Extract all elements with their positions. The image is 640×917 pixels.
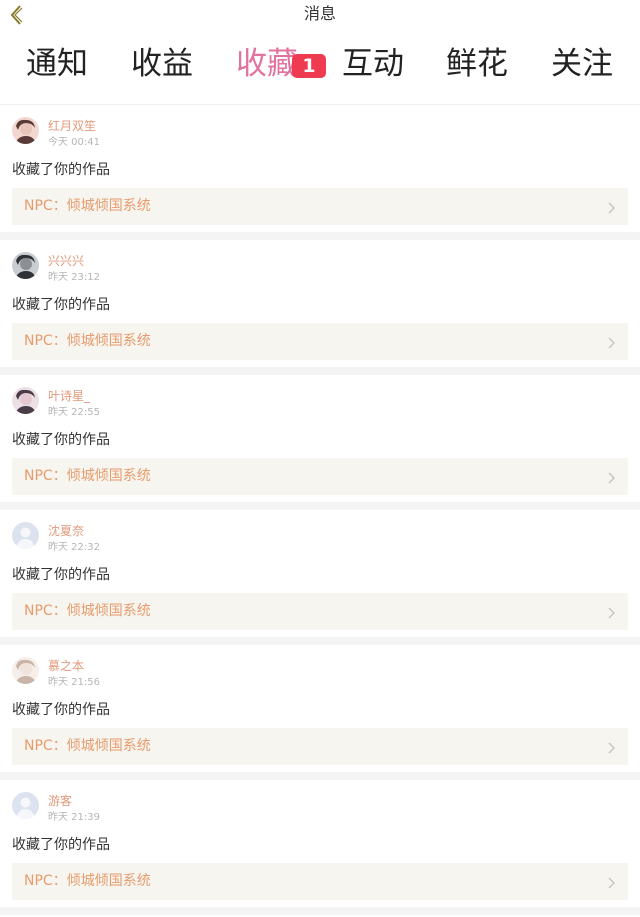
user-name[interactable]: 慕之本	[48, 658, 84, 674]
work-link[interactable]: NPC：倾城倾国系统	[12, 188, 628, 225]
user-avatar[interactable]	[12, 522, 39, 549]
chevron-right-icon	[606, 200, 616, 214]
tab-bar: 通知 收益 收藏 互动 鲜花 关注 1	[0, 30, 640, 124]
timestamp: 昨天 21:39	[48, 812, 100, 823]
work-title: NPC：倾城倾国系统	[24, 333, 151, 349]
notification-card: 兴兴兴昨天 23:12 收藏了你的作品 NPC：倾城倾国系统	[0, 240, 640, 375]
work-title: NPC：倾城倾国系统	[24, 873, 151, 889]
tab-follows[interactable]: 关注	[527, 44, 637, 84]
timestamp: 昨天 22:32	[48, 542, 100, 553]
action-text: 收藏了你的作品	[12, 162, 110, 178]
user-avatar[interactable]	[12, 657, 39, 684]
tab-earnings[interactable]: 收益	[107, 44, 217, 84]
top-bar: 消息	[0, 0, 640, 30]
chevron-right-icon	[606, 335, 616, 349]
work-link[interactable]: NPC：倾城倾国系统	[12, 323, 628, 360]
user-name[interactable]: 游客	[48, 793, 72, 809]
work-title: NPC：倾城倾国系统	[24, 468, 151, 484]
user-avatar[interactable]	[12, 252, 39, 279]
chevron-right-icon	[606, 605, 616, 619]
unread-badge: 1	[292, 54, 326, 78]
user-avatar[interactable]	[12, 792, 39, 819]
user-name[interactable]: 沈夏奈	[48, 523, 84, 539]
action-text: 收藏了你的作品	[12, 297, 110, 313]
work-link[interactable]: NPC：倾城倾国系统	[12, 863, 628, 900]
user-avatar[interactable]	[12, 387, 39, 414]
user-avatar[interactable]	[12, 117, 39, 144]
action-text: 收藏了你的作品	[12, 567, 110, 583]
user-name[interactable]: 兴兴兴	[48, 253, 84, 269]
timestamp: 今天 00:41	[48, 137, 100, 148]
chevron-right-icon	[606, 470, 616, 484]
notification-card: 游客昨天 21:39 收藏了你的作品 NPC：倾城倾国系统	[0, 780, 640, 915]
notification-card: 叶诗星_ 昨天 22:55 收藏了你的作品 NPC：倾城倾国系统	[0, 375, 640, 510]
work-link[interactable]: NPC：倾城倾国系统	[12, 593, 628, 630]
notification-list: 红月双笙 今天 00:41 收藏了你的作品 NPC：倾城倾国系统 兴兴兴 昨天 23:12…	[0, 105, 640, 915]
tab-flowers[interactable]: 鲜花	[422, 44, 532, 84]
timestamp: 昨天 22:55	[48, 407, 100, 418]
notification-card: 慕之本昨天 21:56 收藏了你的作品 NPC：倾城倾国系统	[0, 645, 640, 780]
tab-notifications[interactable]: 通知	[2, 44, 112, 84]
action-text: 收藏了你的作品	[12, 837, 110, 853]
user-name[interactable]: 叶诗星_	[48, 388, 90, 404]
timestamp: 昨天 23:12	[48, 272, 100, 283]
work-link[interactable]: NPC：倾城倾国系统	[12, 458, 628, 495]
notification-card: 红月双笙今天 00:41 收藏了你的作品 NPC：倾城倾国系统	[0, 105, 640, 240]
chevron-right-icon	[606, 740, 616, 754]
user-name[interactable]: 红月双笙	[48, 118, 96, 134]
tab-interactions[interactable]: 互动	[318, 44, 428, 84]
action-text: 收藏了你的作品	[12, 432, 110, 448]
work-title: NPC：倾城倾国系统	[24, 198, 151, 214]
work-title: NPC：倾城倾国系统	[24, 738, 151, 754]
work-title: NPC：倾城倾国系统	[24, 603, 151, 619]
action-text: 收藏了你的作品	[12, 702, 110, 718]
page-title: 消息	[303, 4, 336, 23]
work-link[interactable]: NPC：倾城倾国系统	[12, 728, 628, 765]
timestamp: 昨天 21:56	[48, 677, 100, 688]
chevron-right-icon	[606, 875, 616, 889]
notification-card: 沈夏奈昨天 22:32 收藏了你的作品 NPC：倾城倾国系统	[0, 510, 640, 645]
